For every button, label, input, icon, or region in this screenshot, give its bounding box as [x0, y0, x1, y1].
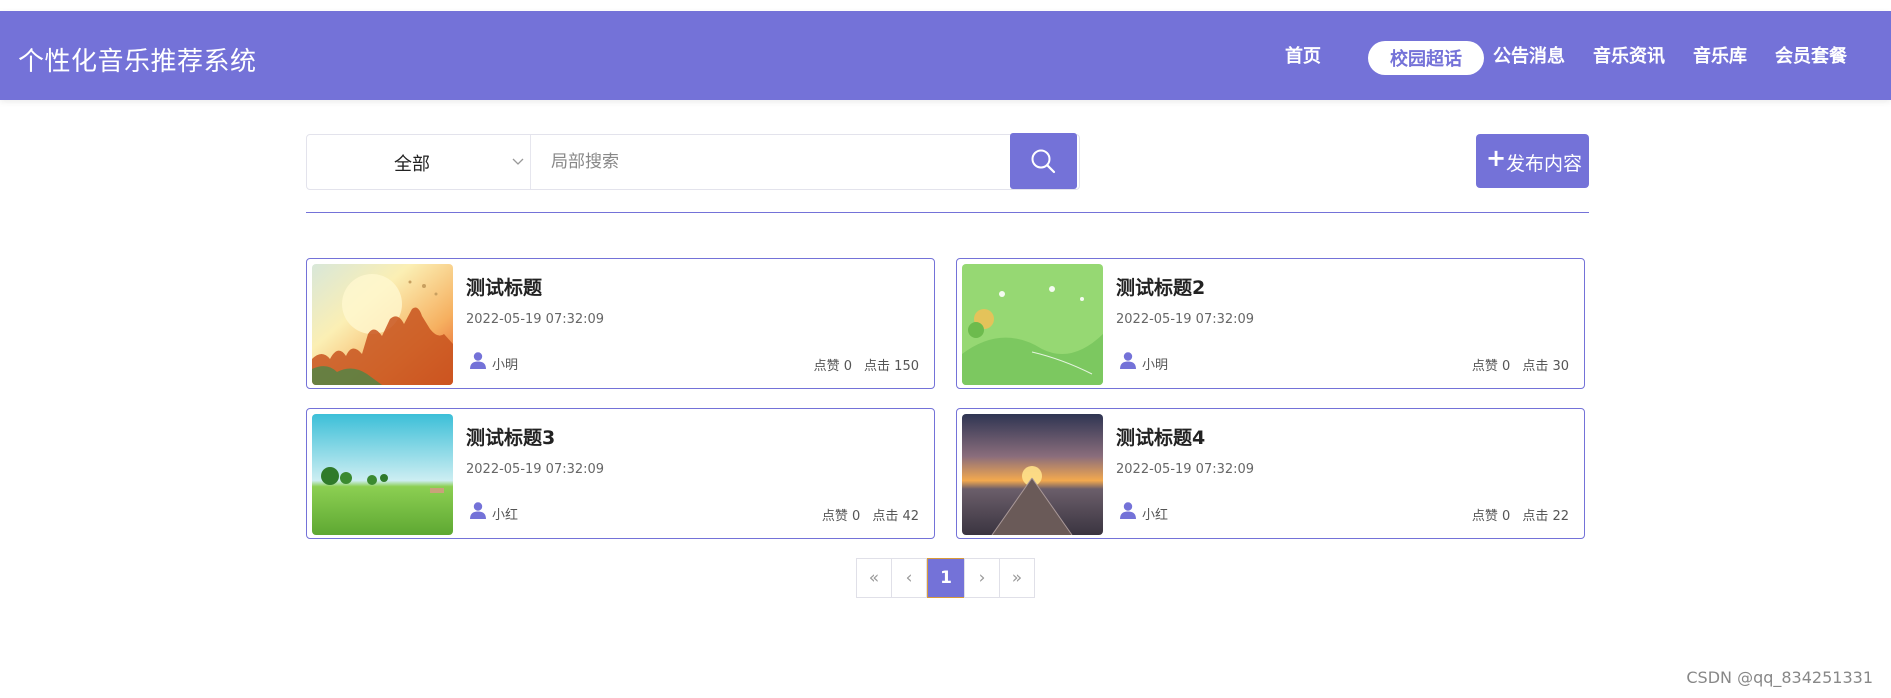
post-stats: 点赞 0 点击 150 — [814, 355, 919, 374]
post-clicks: 点击 42 — [872, 509, 919, 524]
post-author-name: 小明 — [492, 358, 519, 373]
nav-item-home[interactable]: 首页 — [1285, 42, 1321, 68]
nav-item-announcements[interactable]: 公告消息 — [1493, 42, 1565, 68]
post-author-name: 小红 — [1142, 508, 1169, 523]
user-icon — [470, 502, 486, 519]
search-button[interactable] — [1010, 133, 1077, 189]
post-title: 测试标题2 — [1116, 277, 1206, 299]
post-likes: 点赞 0 — [1471, 509, 1511, 524]
post-likes: 点赞 0 — [821, 509, 861, 524]
nav-item-music-library[interactable]: 音乐库 — [1693, 42, 1747, 68]
divider — [306, 212, 1589, 213]
watermark: CSDN @qq_834251331 — [1686, 668, 1873, 687]
pagination-first-button[interactable]: « — [856, 558, 892, 598]
pagination-last-button[interactable]: » — [999, 558, 1035, 598]
app-title: 个性化音乐推荐系统 — [18, 47, 257, 77]
post-title: 测试标题4 — [1116, 427, 1206, 449]
category-select-value: 全部 — [394, 154, 430, 175]
search-bar: 全部 — [306, 134, 1080, 190]
post-thumbnail — [312, 414, 453, 535]
publish-button[interactable]: + 发布内容 — [1476, 134, 1589, 188]
category-select[interactable]: 全部 — [307, 135, 531, 189]
pagination-page-1[interactable]: 1 — [927, 558, 965, 598]
nav-item-membership[interactable]: 会员套餐 — [1775, 42, 1847, 68]
nav-item-music-news[interactable]: 音乐资讯 — [1593, 42, 1665, 68]
publish-button-label: 发布内容 — [1506, 153, 1583, 175]
post-thumbnail — [962, 414, 1103, 535]
post-likes: 点赞 0 — [1471, 359, 1511, 374]
post-date: 2022-05-19 07:32:09 — [1116, 462, 1255, 477]
post-date: 2022-05-19 07:32:09 — [466, 312, 605, 327]
search-input[interactable] — [531, 135, 989, 189]
plus-icon: + — [1486, 144, 1507, 172]
post-card[interactable]: 测试标题2 2022-05-19 07:32:09 小明 点赞 0 点击 30 — [956, 258, 1585, 389]
post-thumbnail — [312, 264, 453, 385]
user-icon — [1120, 502, 1136, 519]
pagination-next-button[interactable]: › — [964, 558, 1000, 598]
post-stats: 点赞 0 点击 42 — [822, 505, 919, 524]
post-card[interactable]: 测试标题3 2022-05-19 07:32:09 小红 点赞 0 点击 42 — [306, 408, 935, 539]
post-title: 测试标题3 — [466, 427, 556, 449]
nav-item-campus-topics[interactable]: 校园超话 — [1368, 41, 1484, 75]
post-clicks: 点击 150 — [864, 359, 919, 374]
post-author-name: 小红 — [492, 508, 519, 523]
top-band — [0, 0, 1891, 11]
post-card[interactable]: 测试标题 2022-05-19 07:32:09 小明 点赞 0 点击 150 — [306, 258, 935, 389]
post-date: 2022-05-19 07:32:09 — [1116, 312, 1255, 327]
post-title: 测试标题 — [466, 277, 543, 299]
post-thumbnail — [962, 264, 1103, 385]
post-clicks: 点击 30 — [1522, 359, 1569, 374]
post-likes: 点赞 0 — [813, 359, 853, 374]
post-stats: 点赞 0 点击 22 — [1472, 505, 1569, 524]
search-icon — [1031, 149, 1056, 174]
header-bar: 个性化音乐推荐系统 首页 校园超话 公告消息 音乐资讯 音乐库 会员套餐 — [0, 11, 1891, 100]
post-clicks: 点击 22 — [1522, 509, 1569, 524]
user-icon — [470, 352, 486, 369]
pagination-prev-button[interactable]: ‹ — [891, 558, 927, 598]
post-card[interactable]: 测试标题4 2022-05-19 07:32:09 小红 点赞 0 点击 22 — [956, 408, 1585, 539]
chevron-down-icon — [512, 158, 524, 165]
post-stats: 点赞 0 点击 30 — [1472, 355, 1569, 374]
post-author-name: 小明 — [1142, 358, 1169, 373]
post-date: 2022-05-19 07:32:09 — [466, 462, 605, 477]
user-icon — [1120, 352, 1136, 369]
